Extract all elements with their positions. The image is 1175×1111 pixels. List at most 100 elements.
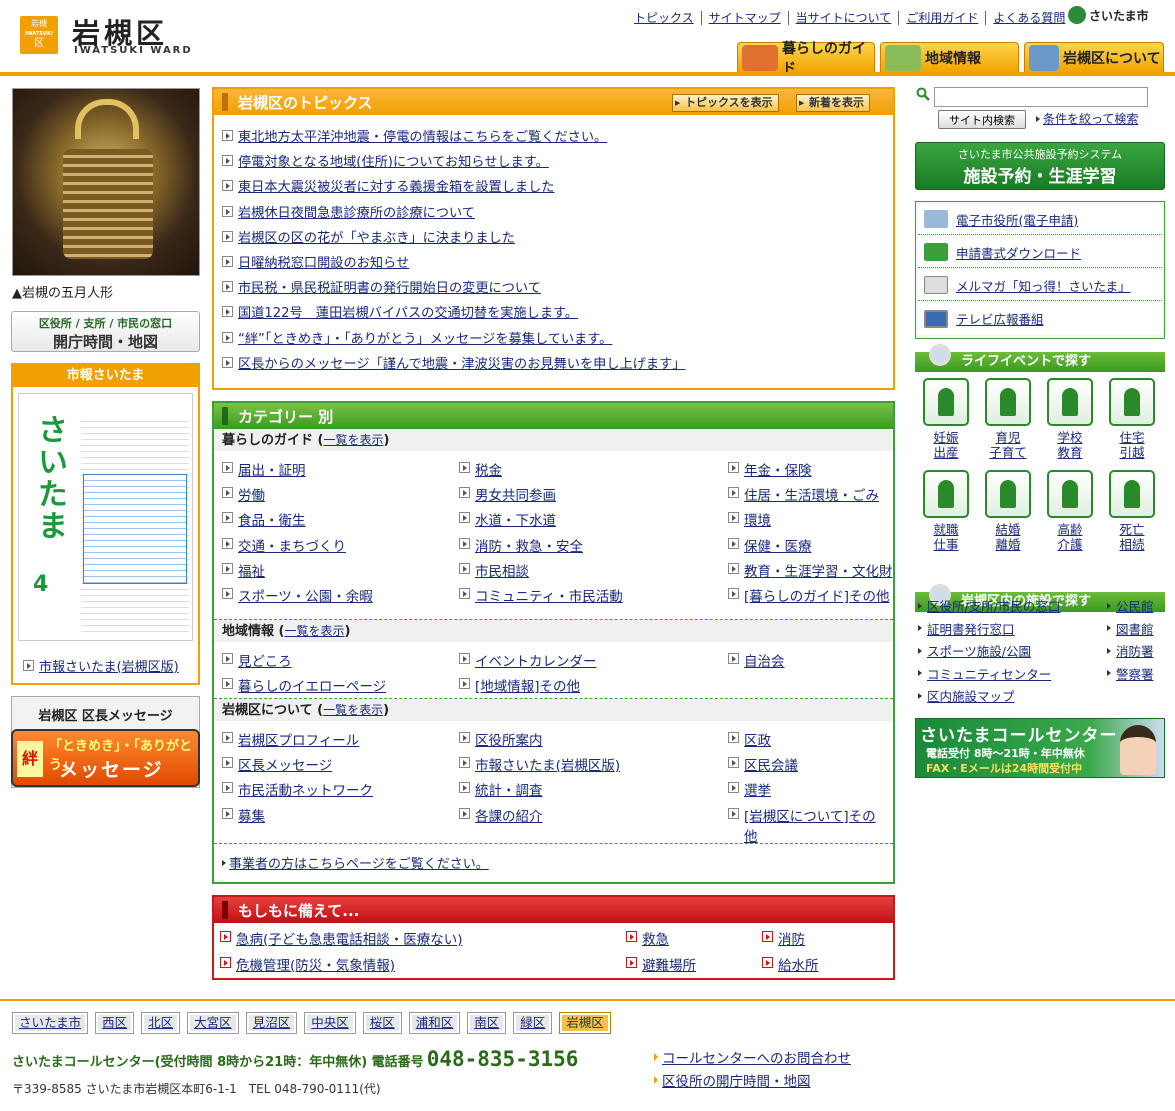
- category-link[interactable]: 避難場所: [642, 954, 696, 974]
- life-event-item[interactable]: 学校 教育: [1045, 378, 1095, 460]
- search-input[interactable]: [934, 87, 1148, 107]
- ward-link[interactable]: 西区: [95, 1012, 135, 1034]
- nav-tab-about-ward[interactable]: 岩槻区について: [1024, 42, 1164, 72]
- topic-link[interactable]: 停電対象となる地域(住所)についてお知らせします。: [238, 151, 549, 170]
- category-link[interactable]: スポーツ・公園・余暇: [238, 585, 373, 605]
- office-hours-button[interactable]: 区役所 / 支所 / 市民の窓口 開庁時間・地図: [11, 311, 200, 352]
- topic-link[interactable]: 国道122号 蓮田岩槻バイパスの交通切替を実施します。: [238, 302, 578, 321]
- category-link[interactable]: イベントカレンダー: [475, 650, 597, 670]
- top-link-about-site[interactable]: 当サイトについて: [789, 11, 900, 25]
- category-link[interactable]: 消防: [778, 928, 805, 948]
- life-event-item[interactable]: 死亡 相続: [1107, 470, 1157, 552]
- category-link[interactable]: 給水所: [778, 954, 819, 974]
- ward-link[interactable]: 見沼区: [245, 1012, 298, 1034]
- category-link[interactable]: 市報さいたま(岩槻区版): [475, 754, 620, 774]
- topic-link[interactable]: 区長からのメッセージ「謹んで地震・津波災害のお見舞いを申し上げます」: [238, 353, 685, 372]
- category-link[interactable]: 区政: [744, 729, 771, 749]
- ward-link[interactable]: 北区: [141, 1012, 181, 1034]
- category-link[interactable]: 届出・証明: [238, 459, 306, 479]
- category-link[interactable]: 救急: [642, 928, 669, 948]
- show-topics-button[interactable]: トピックスを表示: [672, 94, 779, 112]
- area-list-link[interactable]: 一覧を表示: [284, 624, 344, 638]
- category-link[interactable]: 税金: [475, 459, 502, 479]
- top-link-faq[interactable]: よくある質問: [986, 11, 1072, 25]
- ward-link[interactable]: 大宮区: [187, 1012, 239, 1034]
- ward-link[interactable]: 中央区: [304, 1012, 356, 1034]
- show-new-button[interactable]: 新着を表示: [796, 94, 870, 112]
- category-link[interactable]: [岩槻区について]その他: [744, 805, 878, 845]
- category-link[interactable]: 労働: [238, 484, 265, 504]
- mail-magazine-link[interactable]: メルマガ「知っ得！さいたま」: [956, 276, 1131, 295]
- site-search-button[interactable]: サイト内検索: [938, 110, 1026, 129]
- tv-program-link[interactable]: テレビ広報番組: [956, 309, 1044, 328]
- living-list-link[interactable]: 一覧を表示: [323, 433, 383, 447]
- ward-link[interactable]: さいたま市: [12, 1012, 89, 1034]
- nav-tab-living-guide[interactable]: 暮らしのガイド: [737, 41, 875, 77]
- category-link[interactable]: 統計・調査: [475, 779, 543, 799]
- topic-link[interactable]: 東北地方太平洋沖地震・停電の情報はこちらをご覧ください。: [238, 126, 607, 145]
- facility-reservation-banner[interactable]: さいたま市公共施設予約システム 施設予約・生涯学習: [915, 142, 1165, 190]
- category-link[interactable]: 住居・生活環境・ごみ: [744, 484, 879, 504]
- category-link[interactable]: 区民会議: [744, 754, 798, 774]
- topic-link[interactable]: 東日本大震災被災者に対する義援金箱を設置しました: [238, 176, 555, 195]
- callcenter-contact-link[interactable]: コールセンターへのお問合わせ: [662, 1047, 851, 1067]
- about-list-link[interactable]: 一覧を表示: [323, 703, 383, 717]
- category-link[interactable]: [地域情報]その他: [475, 675, 580, 695]
- ward-logo-mark[interactable]: 岩槻 IWATSUKI 区: [20, 16, 58, 54]
- message-banner[interactable]: 絆 「ときめき」・「ありがとう」 メッセージ: [11, 729, 200, 787]
- facility-link[interactable]: スポーツ施設/公園: [927, 641, 1031, 660]
- business-link[interactable]: 事業者の方はこちらページをご覧ください。: [229, 853, 489, 872]
- facility-link[interactable]: 警察署: [1116, 664, 1154, 683]
- top-link-sitemap[interactable]: サイトマップ: [702, 11, 789, 25]
- category-link[interactable]: 区長メッセージ: [238, 754, 332, 774]
- category-link[interactable]: 水道・下水道: [475, 509, 556, 529]
- category-link[interactable]: 福祉: [238, 560, 265, 580]
- topic-link[interactable]: 日曜納税窓口開設のお知らせ: [238, 252, 409, 271]
- category-link[interactable]: 市民活動ネットワーク: [238, 779, 373, 799]
- top-link-topics[interactable]: トピックス: [627, 11, 702, 25]
- category-link[interactable]: 岩槻区プロフィール: [238, 729, 359, 749]
- facility-link[interactable]: 区役所/支所/市民の窓口: [927, 596, 1060, 615]
- life-event-item[interactable]: 就職 仕事: [921, 470, 971, 552]
- category-link[interactable]: 教育・生涯学習・文化財: [744, 560, 893, 580]
- category-link[interactable]: コミュニティ・市民活動: [475, 585, 623, 605]
- life-event-item[interactable]: 結婚 離婚: [983, 470, 1033, 552]
- saitama-city-logo[interactable]: さいたま市: [1068, 6, 1149, 24]
- category-link[interactable]: 急病(子ども急患電話相談・医療ない): [236, 928, 463, 948]
- life-event-item[interactable]: 高齢 介護: [1045, 470, 1095, 552]
- category-link[interactable]: 食品・衛生: [238, 509, 306, 529]
- topic-link[interactable]: “絆”「ときめき」・「ありがとう」メッセージを募集しています。: [238, 328, 612, 347]
- ward-link[interactable]: 緑区: [513, 1012, 553, 1034]
- category-link[interactable]: 暮らしのイエローページ: [238, 675, 386, 695]
- category-link[interactable]: 見どころ: [238, 650, 292, 670]
- ward-link[interactable]: 桜区: [362, 1012, 402, 1034]
- facility-link[interactable]: 公民館: [1116, 596, 1154, 615]
- top-link-guide[interactable]: ご利用ガイド: [899, 11, 987, 25]
- category-link[interactable]: 選挙: [744, 779, 771, 799]
- category-link[interactable]: [暮らしのガイド]その他: [744, 585, 890, 605]
- e-city-office-link[interactable]: 電子市役所(電子申請): [956, 210, 1078, 229]
- topic-link[interactable]: 市民税・県民税証明書の発行開始日の変更について: [238, 277, 541, 296]
- category-link[interactable]: 区役所案内: [475, 729, 543, 749]
- form-download-link[interactable]: 申請書式ダウンロード: [956, 243, 1081, 262]
- topic-link[interactable]: 岩槻区の区の花が「やまぶき」に決まりました: [238, 227, 515, 246]
- category-link[interactable]: 市民相談: [475, 560, 529, 580]
- ward-link[interactable]: 岩槻区: [559, 1012, 611, 1034]
- category-link[interactable]: 危機管理(防災・気象情報): [236, 954, 395, 974]
- ward-link[interactable]: 南区: [467, 1012, 507, 1034]
- topic-link[interactable]: 岩槻休日夜間急患診療所の診療について: [238, 202, 475, 221]
- category-link[interactable]: 交通・まちづくり: [238, 535, 346, 555]
- life-event-item[interactable]: 妊娠 出産: [921, 378, 971, 460]
- category-link[interactable]: 自治会: [744, 650, 785, 670]
- facility-link[interactable]: 区内施設マップ: [927, 686, 1015, 705]
- category-link[interactable]: 男女共同参画: [475, 484, 556, 504]
- category-link[interactable]: 環境: [744, 509, 771, 529]
- newsletter-cover-image[interactable]: さいたま 4: [18, 393, 193, 641]
- facility-link[interactable]: 証明書発行窓口: [927, 619, 1015, 638]
- category-link[interactable]: 保健・医療: [744, 535, 812, 555]
- category-link[interactable]: 消防・救急・安全: [475, 535, 583, 555]
- ward-link[interactable]: 浦和区: [408, 1012, 461, 1034]
- life-event-item[interactable]: 住宅 引越: [1107, 378, 1157, 460]
- nav-tab-area-info[interactable]: 地域情報: [880, 42, 1019, 72]
- newsletter-link[interactable]: 市報さいたま(岩槻区版): [39, 656, 179, 675]
